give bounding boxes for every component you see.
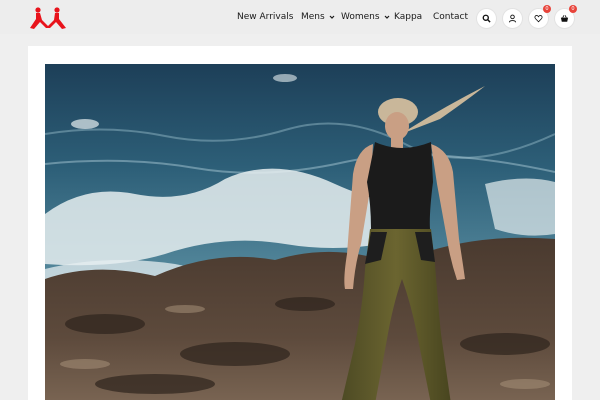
wishlist-button[interactable]: 0	[529, 5, 551, 28]
chevron-down-icon	[384, 15, 390, 19]
nav-label: Contact	[433, 12, 469, 22]
cart-count-badge: 0	[569, 5, 577, 13]
account-button[interactable]	[503, 9, 522, 28]
basket-icon	[560, 15, 569, 22]
nav-label: New Arrivals	[237, 12, 294, 22]
nav-new-arrivals[interactable]: New Arrivals	[237, 0, 293, 34]
nav-label: Kappa	[394, 12, 423, 22]
nav-label: Womens	[341, 12, 380, 22]
nav-contact[interactable]: Contact	[433, 0, 468, 34]
nav-kappa[interactable]: Kappa	[394, 0, 422, 34]
nav-mens[interactable]: Mens	[301, 0, 336, 34]
site-header: New Arrivals Mens Womens Kappa Contact 0…	[0, 0, 600, 34]
search-icon	[482, 14, 491, 23]
heart-icon	[534, 15, 543, 23]
kappa-logo-icon[interactable]	[26, 6, 70, 30]
hero-photo[interactable]	[45, 64, 555, 400]
wishlist-count-badge: 0	[543, 5, 551, 13]
search-button[interactable]	[477, 9, 496, 28]
cart-button[interactable]: 0	[555, 5, 577, 28]
nav-label: Mens	[301, 12, 325, 22]
chevron-down-icon	[329, 15, 335, 19]
user-icon	[508, 14, 517, 23]
nav-womens[interactable]: Womens	[341, 0, 391, 34]
